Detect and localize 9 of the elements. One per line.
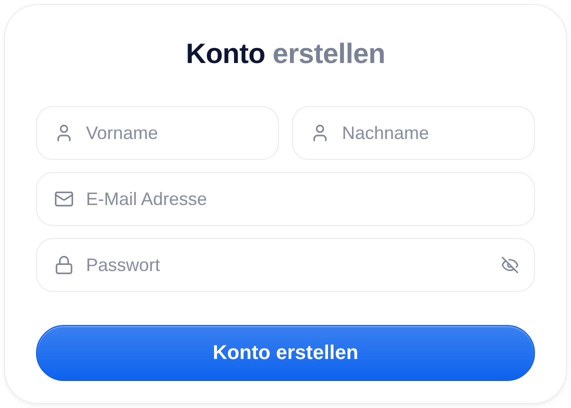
visibility-toggle[interactable] bbox=[501, 256, 519, 274]
submit-button[interactable]: Konto erstellen bbox=[36, 325, 535, 381]
mail-icon bbox=[54, 189, 74, 209]
lock-icon bbox=[54, 255, 74, 275]
input-field[interactable]: Vorname bbox=[36, 106, 279, 160]
input-field[interactable]: Passwort bbox=[36, 238, 535, 292]
form-title: Konto erstellen bbox=[184, 37, 386, 71]
input-field[interactable]: E-Mail Adresse bbox=[36, 172, 535, 226]
input-field[interactable]: Nachname bbox=[292, 106, 535, 160]
